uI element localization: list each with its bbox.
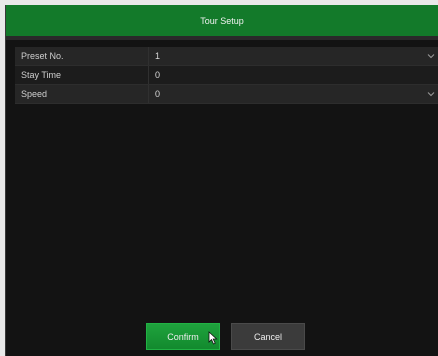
stay-time-value: 0 <box>155 70 161 80</box>
stay-time-input[interactable]: 0 <box>148 66 438 84</box>
preset-no-value: 1 <box>155 51 161 61</box>
dialog-title: Tour Setup <box>200 15 244 26</box>
dialog-title-bar: Tour Setup <box>6 5 438 36</box>
mouse-pointer-icon <box>208 331 218 345</box>
chevron-down-icon[interactable] <box>426 51 436 61</box>
tour-settings-form: Preset No. 1 Stay Time 0 Speed 0 <box>15 47 438 104</box>
preset-no-label: Preset No. <box>21 51 64 61</box>
chevron-down-icon[interactable] <box>426 89 436 99</box>
preset-no-row: Preset No. 1 <box>15 47 438 66</box>
cancel-button[interactable]: Cancel <box>231 323 305 350</box>
speed-value: 0 <box>155 89 161 99</box>
preset-no-select[interactable]: 1 <box>148 47 438 65</box>
stay-time-label: Stay Time <box>21 70 62 80</box>
title-separator <box>6 36 438 40</box>
speed-label: Speed <box>21 89 48 99</box>
stay-time-row: Stay Time 0 <box>15 66 438 85</box>
speed-row: Speed 0 <box>15 85 438 104</box>
speed-select[interactable]: 0 <box>148 85 438 103</box>
tour-setup-dialog: Tour Setup Preset No. 1 Stay Time 0 Spee… <box>5 5 438 356</box>
confirm-button-label: Confirm <box>167 331 199 342</box>
cancel-button-label: Cancel <box>253 331 282 342</box>
